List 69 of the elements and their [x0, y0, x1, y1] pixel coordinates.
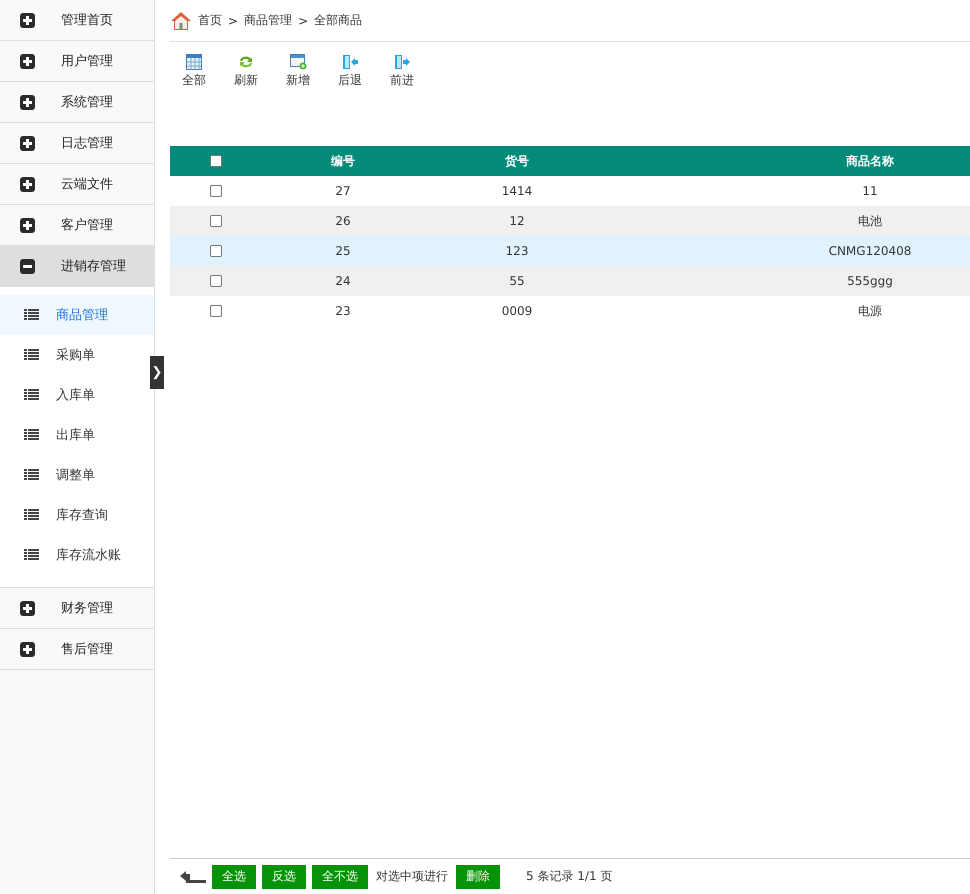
table-row[interactable]: 26 12 电池	[170, 206, 970, 236]
select-all-checkbox[interactable]	[210, 155, 222, 167]
breadcrumb-separator: >	[298, 14, 308, 28]
table-cell-text: 27	[334, 184, 352, 198]
toolbar-button[interactable]: 刷新	[227, 54, 265, 94]
refresh-icon	[238, 54, 254, 70]
sidebar-group[interactable]: 进销存管理	[0, 246, 154, 287]
table-cell-text: 24	[334, 274, 352, 288]
column-header: 商品名称	[845, 152, 895, 170]
sidebar-item[interactable]: 商品管理	[0, 295, 154, 335]
toolbar-button[interactable]: 新增	[279, 54, 317, 94]
list-icon	[24, 509, 39, 521]
minus-icon	[20, 258, 35, 274]
table-cell-text: 55	[508, 274, 526, 288]
table-cell-text: 电池	[857, 212, 883, 230]
table-cell-text: 23	[334, 304, 352, 318]
table-cell-text: 25	[334, 244, 352, 258]
plus-icon	[20, 54, 35, 68]
table-cell-text: 11	[861, 184, 879, 198]
table-cell-text: 12	[508, 214, 526, 228]
plus-icon	[20, 600, 35, 616]
window-add-icon	[290, 54, 306, 70]
list-icon	[24, 349, 39, 361]
exit-right-icon	[394, 54, 410, 70]
action-label: 对选中项进行	[376, 868, 448, 885]
row-checkbox[interactable]	[210, 245, 222, 257]
table-cell-text: 1414	[500, 184, 534, 198]
breadcrumb-separator: >	[228, 14, 238, 28]
collapse-toggle[interactable]: ❯	[150, 356, 164, 389]
list-icon	[24, 469, 39, 481]
list-icon	[24, 309, 39, 321]
list-icon	[24, 549, 39, 561]
home-icon	[170, 10, 192, 30]
toolbar-button[interactable]: 全部	[175, 54, 213, 94]
table-cell-text: 0009	[500, 304, 534, 318]
toolbar-button[interactable]: 前进	[383, 54, 421, 94]
select-button[interactable]: 全选	[212, 864, 256, 888]
table-cell-text: 555ggg	[846, 274, 894, 288]
plus-icon	[20, 642, 35, 656]
table-cell-text: 123	[504, 244, 530, 258]
delete-button[interactable]: 删除	[456, 864, 500, 888]
column-header: 货号	[504, 152, 530, 170]
breadcrumb-link[interactable]: 首页	[198, 12, 222, 29]
row-checkbox[interactable]	[210, 305, 222, 317]
plus-icon	[20, 94, 35, 110]
row-checkbox[interactable]	[210, 185, 222, 197]
plus-icon	[20, 12, 35, 28]
column-header: 编号	[330, 152, 356, 170]
plus-icon	[20, 176, 35, 192]
row-checkbox[interactable]	[210, 275, 222, 287]
select-button[interactable]: 反选	[262, 864, 306, 888]
toolbar-button[interactable]: 后退	[331, 54, 369, 94]
list-icon	[24, 389, 39, 401]
breadcrumb-link[interactable]: 商品管理	[244, 12, 292, 29]
table-cell-text: 26	[334, 214, 352, 228]
table-icon	[186, 54, 202, 70]
return-arrow-icon	[180, 870, 206, 882]
plus-icon	[20, 218, 35, 232]
select-button[interactable]: 全不选	[312, 864, 368, 888]
list-icon	[24, 429, 39, 441]
plus-icon	[20, 136, 35, 150]
record-summary: 5 条记录 1/1 页	[526, 868, 612, 885]
table-cell-text: CNMG120408	[828, 244, 912, 258]
row-checkbox[interactable]	[210, 215, 222, 227]
table-row[interactable]: 25 123 CNMG120408	[170, 236, 970, 266]
table-cell-text: 电源	[857, 302, 883, 320]
table-row[interactable]: 24 55 555ggg	[170, 266, 970, 296]
exit-left-icon	[342, 54, 358, 70]
breadcrumb-link[interactable]: 全部商品	[314, 12, 362, 29]
